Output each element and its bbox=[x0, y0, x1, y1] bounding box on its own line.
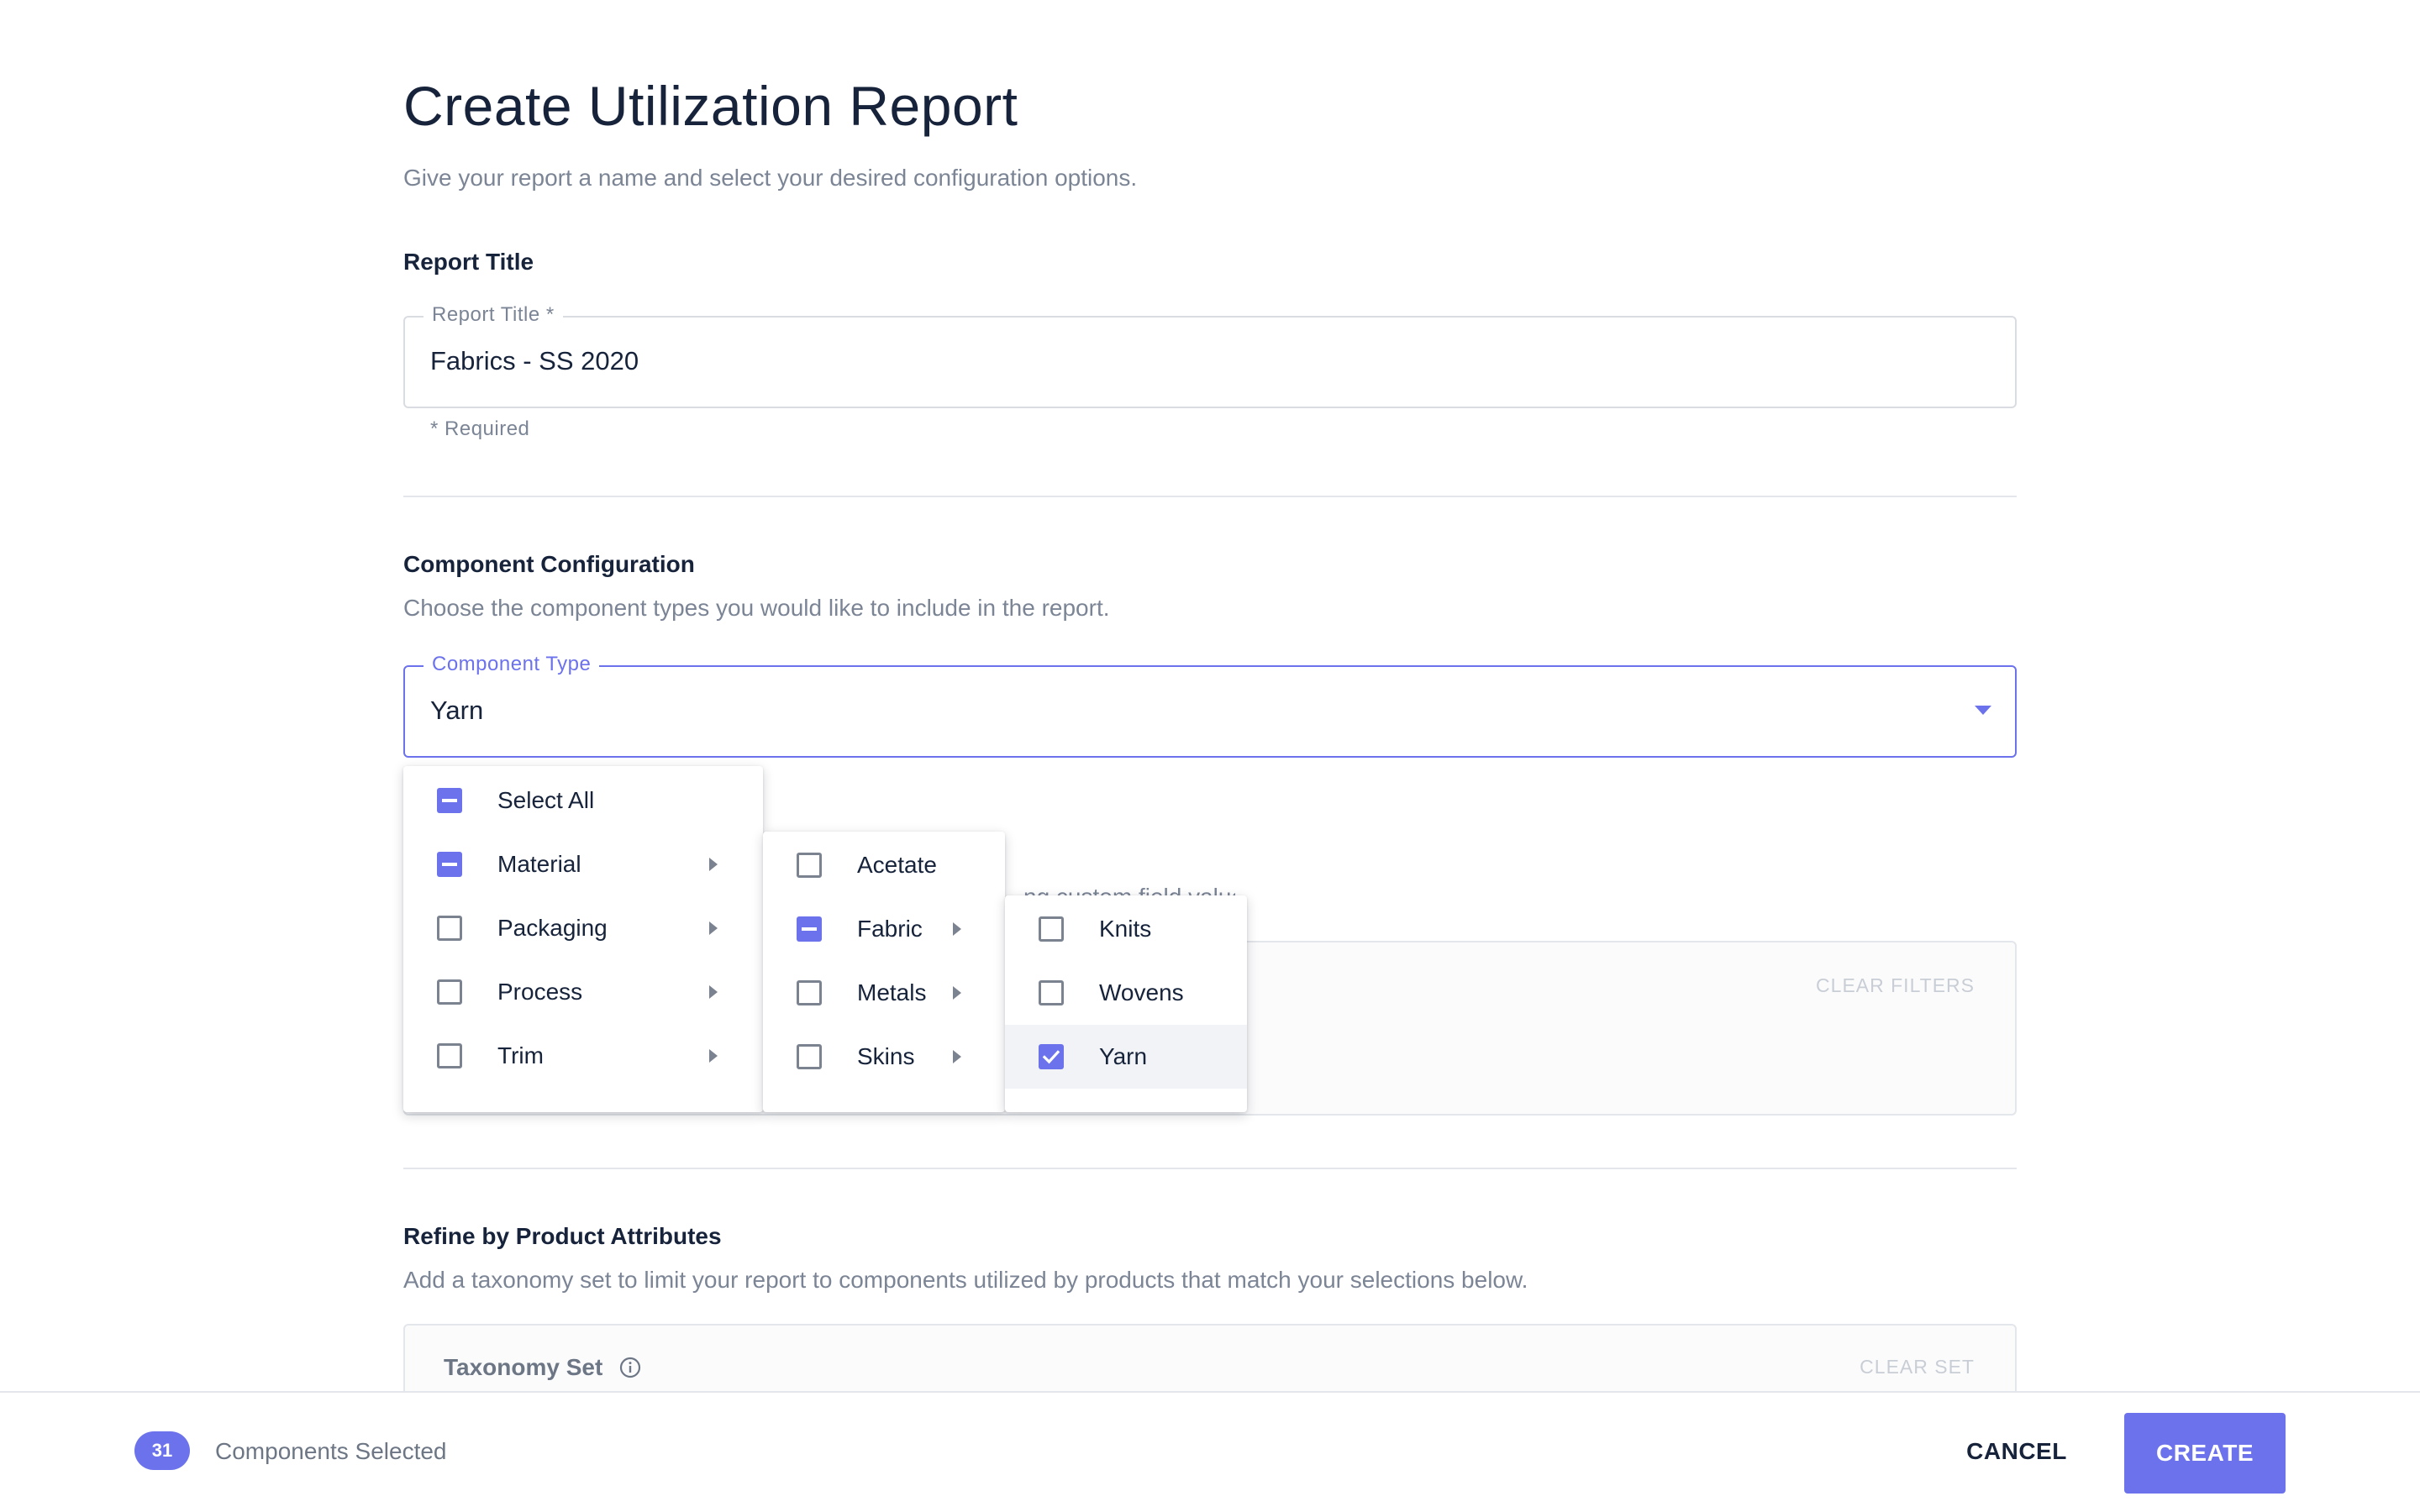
check-icon bbox=[1042, 1050, 1060, 1064]
selected-count-label: Components Selected bbox=[215, 1438, 447, 1464]
menu-item-knits[interactable]: Knits bbox=[1005, 897, 1247, 961]
material-submenu: Acetate Fabric Metals Skins bbox=[763, 832, 1005, 1112]
report-title-field[interactable]: Report Title * Fabrics - SS 2020 bbox=[403, 302, 2017, 408]
menu-item-label: Trim bbox=[497, 1042, 544, 1068]
material-checkbox[interactable] bbox=[437, 852, 462, 877]
menu-item-wovens[interactable]: Wovens bbox=[1005, 961, 1247, 1025]
menu-item-label: Metals bbox=[857, 979, 927, 1005]
menu-item-label: Wovens bbox=[1099, 979, 1184, 1005]
chevron-right-icon bbox=[953, 986, 961, 1000]
chevron-right-icon bbox=[709, 985, 718, 999]
menu-item-packaging[interactable]: Packaging bbox=[403, 896, 763, 960]
wovens-checkbox[interactable] bbox=[1039, 980, 1064, 1005]
menu-item-label: Knits bbox=[1099, 916, 1152, 942]
create-button[interactable]: CREATE bbox=[2124, 1413, 2286, 1494]
chevron-right-icon bbox=[953, 922, 961, 936]
trim-checkbox[interactable] bbox=[437, 1043, 462, 1068]
clear-set-button[interactable]: CLEAR SET bbox=[1860, 1354, 1975, 1379]
menu-item-metals[interactable]: Metals bbox=[763, 961, 1005, 1025]
menu-item-label: Process bbox=[497, 979, 583, 1005]
knits-checkbox[interactable] bbox=[1039, 916, 1064, 942]
product-attributes-description: Add a taxonomy set to limit your report … bbox=[403, 1267, 1528, 1293]
menu-item-label: Material bbox=[497, 851, 581, 877]
product-attributes-heading: Refine by Product Attributes bbox=[403, 1223, 722, 1249]
chevron-right-icon bbox=[709, 921, 718, 935]
cancel-button[interactable]: CANCEL bbox=[1958, 1426, 2075, 1477]
menu-item-label: Acetate bbox=[857, 852, 937, 878]
chevron-right-icon bbox=[709, 858, 718, 871]
create-utilization-report-page: Create Utilization Report Give your repo… bbox=[0, 0, 2420, 1512]
menu-item-yarn[interactable]: Yarn bbox=[1005, 1025, 1247, 1089]
selected-count-badge: 31 bbox=[134, 1431, 190, 1470]
packaging-checkbox[interactable] bbox=[437, 916, 462, 941]
taxonomy-set-label: Taxonomy Set bbox=[444, 1351, 641, 1384]
clear-filters-button[interactable]: CLEAR FILTERS bbox=[1816, 973, 1975, 998]
skins-checkbox[interactable] bbox=[797, 1044, 822, 1069]
select-all-checkbox[interactable] bbox=[437, 788, 462, 813]
metals-checkbox[interactable] bbox=[797, 980, 822, 1005]
menu-item-label: Fabric bbox=[857, 916, 923, 942]
acetate-checkbox[interactable] bbox=[797, 853, 822, 878]
process-checkbox[interactable] bbox=[437, 979, 462, 1005]
page-subtitle: Give your report a name and select your … bbox=[403, 165, 1138, 191]
menu-item-fabric[interactable]: Fabric bbox=[763, 897, 1005, 961]
menu-item-process[interactable]: Process bbox=[403, 960, 763, 1024]
caret-down-icon[interactable] bbox=[1975, 706, 1991, 715]
report-title-heading: Report Title bbox=[403, 249, 534, 275]
menu-item-material[interactable]: Material bbox=[403, 832, 763, 896]
menu-item-skins[interactable]: Skins bbox=[763, 1025, 1005, 1089]
component-configuration-description: Choose the component types you would lik… bbox=[403, 595, 1110, 621]
page-title: Create Utilization Report bbox=[403, 75, 1018, 137]
footer-bar: 31 Components Selected CANCEL CREATE bbox=[0, 1391, 2420, 1512]
component-configuration-heading: Component Configuration bbox=[403, 551, 695, 577]
fabric-submenu: Knits Wovens Yarn bbox=[1005, 895, 1247, 1112]
report-title-label: Report Title * bbox=[424, 302, 563, 328]
info-icon[interactable] bbox=[619, 1357, 641, 1378]
required-helper-text: * Required bbox=[430, 417, 530, 440]
chevron-right-icon bbox=[953, 1050, 961, 1063]
taxonomy-set-text: Taxonomy Set bbox=[444, 1354, 603, 1380]
fabric-checkbox[interactable] bbox=[797, 916, 822, 942]
component-type-select[interactable]: Component Type Yarn bbox=[403, 652, 2017, 758]
report-title-input[interactable]: Fabrics - SS 2020 bbox=[430, 343, 639, 380]
menu-item-trim[interactable]: Trim bbox=[403, 1024, 763, 1088]
yarn-checkbox[interactable] bbox=[1039, 1044, 1064, 1069]
menu-item-label: Skins bbox=[857, 1043, 915, 1069]
chevron-right-icon bbox=[709, 1049, 718, 1063]
menu-item-label: Packaging bbox=[497, 915, 608, 941]
component-type-label: Component Type bbox=[424, 652, 600, 677]
component-type-menu: Select All Material Packaging Process Tr… bbox=[403, 766, 763, 1112]
menu-item-label: Select All bbox=[497, 787, 595, 813]
menu-item-acetate[interactable]: Acetate bbox=[763, 833, 1005, 897]
section-divider bbox=[403, 1168, 2017, 1169]
menu-item-select-all[interactable]: Select All bbox=[403, 769, 763, 832]
component-type-value: Yarn bbox=[430, 696, 484, 725]
menu-item-label: Yarn bbox=[1099, 1043, 1148, 1069]
section-divider bbox=[403, 496, 2017, 497]
